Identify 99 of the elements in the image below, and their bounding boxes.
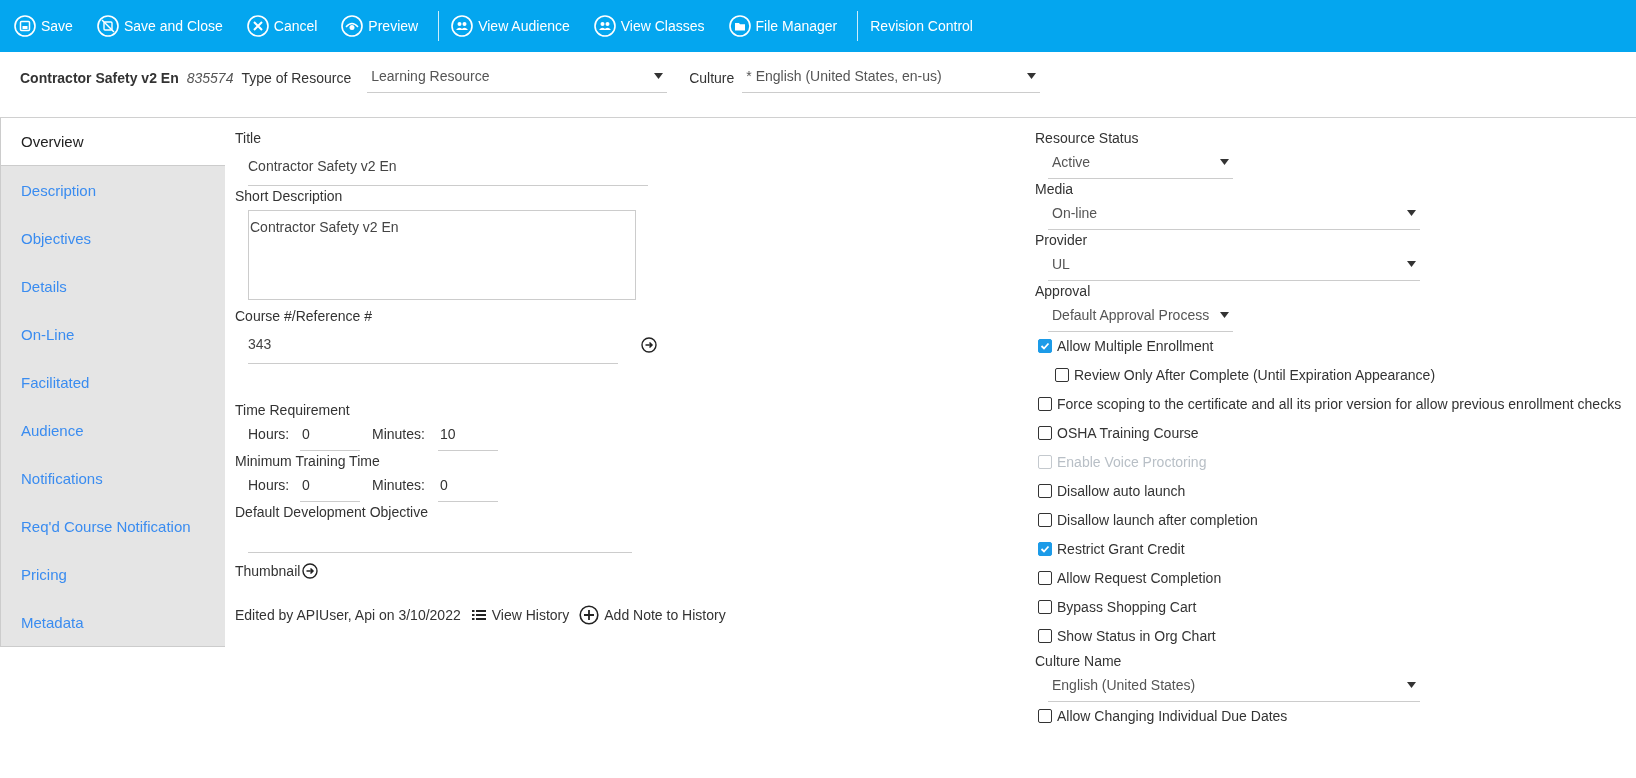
- checkbox-label: Show Status in Org Chart: [1057, 628, 1216, 644]
- resource-title: Contractor Safety v2 En: [20, 69, 179, 86]
- caret-icon: [654, 73, 664, 79]
- eye-icon: [341, 15, 364, 37]
- reference-field[interactable]: 343: [248, 326, 618, 364]
- checkbox[interactable]: [1038, 629, 1052, 643]
- arrow-circle-icon[interactable]: [641, 337, 657, 353]
- field-label: Hours:: [248, 425, 291, 444]
- floppy-disk-slash-icon: [96, 15, 119, 37]
- toolbar-button[interactable]: Cancel: [238, 11, 326, 41]
- checkbox-label: OSHA Training Course: [1057, 425, 1199, 441]
- field-label: Default Development Objective: [235, 503, 429, 522]
- field-label: Media: [1035, 180, 1075, 199]
- checkbox-label: Review Only After Complete (Until Expiration Appearance): [1074, 367, 1436, 383]
- checkbox[interactable]: [1038, 571, 1052, 585]
- field-label: Hours:: [248, 476, 291, 495]
- checkbox-label: Restrict Grant Credit: [1057, 541, 1185, 557]
- field-label: Time Requirement: [235, 401, 351, 420]
- field-label: Thumbnail: [235, 563, 301, 579]
- caret-icon: [1407, 261, 1416, 267]
- caret-icon: [1407, 210, 1416, 216]
- checkbox-label: Enable Voice Proctoring: [1057, 454, 1207, 470]
- toolbar-button[interactable]: Save: [6, 11, 81, 41]
- field-label: Title: [235, 129, 262, 148]
- caret-icon: [1027, 73, 1037, 79]
- toolbar-button[interactable]: File Manager: [720, 11, 846, 41]
- minutes-field[interactable]: 0: [438, 471, 498, 502]
- checkbox-label: Allow Request Completion: [1057, 570, 1222, 586]
- field-label: Type of Resource: [241, 69, 352, 86]
- field-label: Short Description: [235, 187, 344, 206]
- description-textarea[interactable]: Contractor Safety v2 En: [248, 210, 636, 300]
- checkbox[interactable]: [1038, 513, 1052, 527]
- plus-circle-icon: [579, 605, 600, 625]
- dropdown[interactable]: * English (United States, en-us): [742, 62, 1041, 93]
- dropdown[interactable]: English (United States): [1048, 671, 1420, 702]
- checkbox-label: Allow Changing Individual Due Dates: [1057, 708, 1288, 724]
- close-icon: [246, 15, 269, 37]
- toolbar-button[interactable]: View Classes: [585, 11, 713, 41]
- hours-field[interactable]: 0: [300, 420, 360, 451]
- dropdown[interactable]: Learning Resource: [367, 62, 668, 93]
- checkbox-label: Disallow auto launch: [1057, 483, 1186, 499]
- folder-icon: [728, 15, 751, 37]
- edited-by-text: Edited by APIUser, Api on 3/10/2022: [235, 607, 461, 623]
- field-label: Culture: [689, 69, 735, 86]
- checkbox-label: Allow Multiple Enrollment: [1057, 338, 1214, 354]
- nav-tab[interactable]: Description: [1, 166, 225, 214]
- checkbox-label: Force scoping to the certificate and all its prior version for allow previous enrollment checks: [1057, 396, 1622, 412]
- resource-id: 835574: [186, 69, 234, 86]
- field-label: Approval: [1035, 282, 1092, 301]
- minutes-field[interactable]: 10: [438, 420, 498, 451]
- nav-tab[interactable]: Metadata: [1, 598, 225, 646]
- dropdown[interactable]: On-line: [1048, 199, 1420, 230]
- field-label: Resource Status: [1035, 129, 1140, 148]
- checkbox[interactable]: [1038, 709, 1052, 723]
- people-icon: [451, 15, 474, 37]
- toolbar-button[interactable]: Save and Close: [88, 11, 231, 41]
- nav-tab[interactable]: Audience: [1, 406, 225, 454]
- toolbar-button[interactable]: Preview: [333, 11, 427, 41]
- nav-tab[interactable]: Notifications: [1, 454, 225, 502]
- checkbox-label: Bypass Shopping Cart: [1057, 599, 1197, 615]
- view-history-link[interactable]: View History: [470, 607, 570, 623]
- checkbox[interactable]: [1038, 600, 1052, 614]
- checkbox[interactable]: [1038, 426, 1052, 440]
- field-label: Minutes:: [372, 476, 426, 495]
- caret-icon: [1220, 312, 1229, 318]
- checkbox[interactable]: [1038, 542, 1052, 556]
- field-label: Minutes:: [372, 425, 426, 444]
- checkbox[interactable]: [1038, 339, 1052, 353]
- title-field[interactable]: Contractor Safety v2 En: [248, 148, 648, 186]
- checkmark-icon: [1040, 544, 1050, 554]
- nav-tab[interactable]: Pricing: [1, 550, 225, 598]
- field-label: Culture Name: [1035, 652, 1123, 671]
- dropdown[interactable]: Default Approval Process: [1048, 301, 1233, 332]
- hours-field[interactable]: 0: [300, 471, 360, 502]
- add-note-link[interactable]: Add Note to History: [579, 605, 726, 625]
- checkmark-icon: [1040, 341, 1050, 351]
- nav-tab[interactable]: Overview: [1, 118, 225, 166]
- checkbox[interactable]: [1038, 484, 1052, 498]
- checkbox-label: Disallow launch after completion: [1057, 512, 1258, 528]
- arrow-circle-icon[interactable]: [302, 563, 319, 579]
- field-label: Provider: [1035, 231, 1089, 250]
- floppy-disk-icon: [14, 15, 36, 37]
- nav-tab[interactable]: Objectives: [1, 214, 225, 262]
- toolbar-button[interactable]: View Audience: [443, 11, 578, 41]
- caret-icon: [1407, 682, 1416, 688]
- dropdown[interactable]: UL: [1048, 250, 1420, 281]
- caret-icon: [1220, 159, 1229, 165]
- checkbox[interactable]: [1038, 397, 1052, 411]
- checkbox[interactable]: [1055, 368, 1069, 382]
- nav-tab[interactable]: Details: [1, 262, 225, 310]
- dropdown[interactable]: Active: [1048, 148, 1233, 179]
- people-icon: [593, 15, 616, 37]
- toolbar-button[interactable]: Revision Control: [862, 14, 981, 38]
- field-label: Minimum Training Time: [235, 452, 381, 471]
- nav-tab[interactable]: Req'd Course Notification: [1, 502, 225, 550]
- nav-tab[interactable]: On-Line: [1, 310, 225, 358]
- nav-tab[interactable]: Facilitated: [1, 358, 225, 406]
- list-icon: [470, 607, 487, 623]
- field-label: Course #/Reference #: [235, 307, 373, 326]
